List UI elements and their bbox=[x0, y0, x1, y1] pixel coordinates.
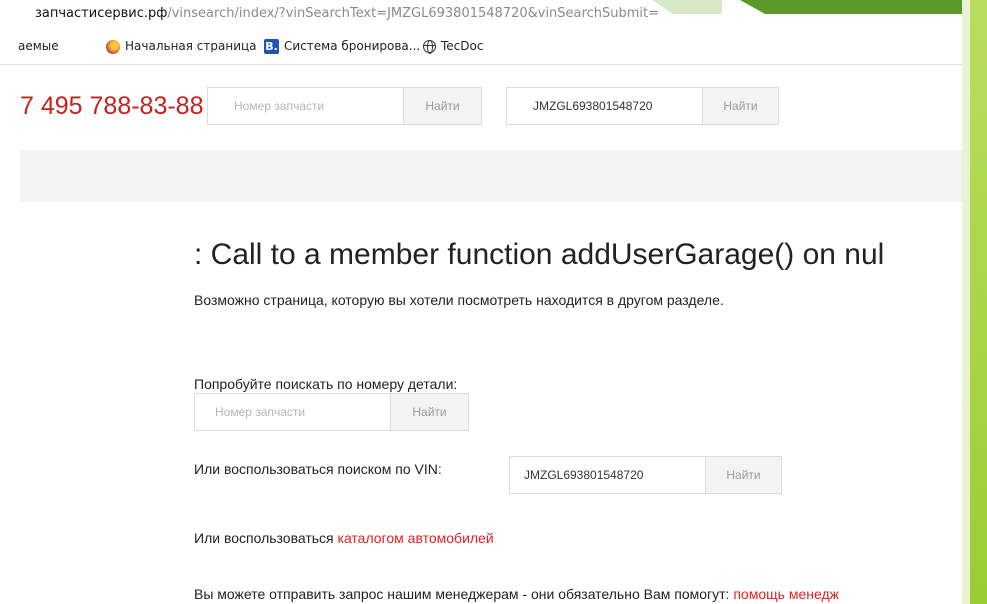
error-subtitle: Возможно страница, которую вы хотели пос… bbox=[194, 292, 724, 308]
catalog-line: Или воспользоваться каталогом автомобиле… bbox=[194, 530, 494, 546]
bookmark-home[interactable]: Начальная страница bbox=[106, 28, 257, 64]
header-part-input[interactable]: Номер запчасти bbox=[208, 88, 430, 124]
header-vin-search: JMZGL693801548720 Найти bbox=[506, 87, 779, 125]
body-part-input[interactable]: Номер запчасти bbox=[195, 394, 411, 430]
bookmark-tecdoc[interactable]: TecDoc bbox=[423, 28, 483, 64]
address-url[interactable]: запчастисервис.рф/vinsearch/index/?vinSe… bbox=[35, 0, 659, 28]
body-part-search: Номер запчасти Найти bbox=[194, 393, 469, 431]
vin-search-label: Или воспользоваться поиском по VIN: bbox=[194, 461, 442, 477]
body-part-search-button[interactable]: Найти bbox=[390, 394, 468, 430]
globe-icon bbox=[423, 40, 436, 54]
body-vin-search: JMZGL693801548720 Найти bbox=[509, 456, 782, 494]
manager-text: Вы можете отправить запрос нашим менедже… bbox=[194, 586, 734, 602]
header-vin-input[interactable]: JMZGL693801548720 bbox=[507, 88, 729, 124]
header-part-search-button[interactable]: Найти bbox=[403, 88, 481, 124]
body-vin-search-button[interactable]: Найти bbox=[705, 457, 781, 493]
error-title: : Call to a member function addUserGarag… bbox=[194, 238, 885, 271]
bookmarks-bar: аемые Начальная страница B. Система брони… bbox=[0, 28, 987, 65]
nav-band bbox=[20, 150, 967, 202]
header-part-search: Номер запчасти Найти bbox=[207, 87, 482, 125]
slide-side-decoration bbox=[962, 0, 987, 604]
header-phone[interactable]: 7 495 788-83-88 bbox=[20, 92, 203, 121]
body-vin-input[interactable]: JMZGL693801548720 bbox=[510, 457, 720, 493]
booking-b-icon: B. bbox=[264, 39, 279, 54]
firefox-icon bbox=[106, 39, 120, 54]
bookmark-truncated[interactable]: аемые bbox=[18, 28, 59, 64]
catalog-prefix: Или воспользоваться bbox=[194, 530, 338, 546]
part-search-label: Попробуйте поискать по номеру детали: bbox=[194, 376, 458, 392]
manager-help-link[interactable]: помощь менедж bbox=[733, 586, 839, 602]
manager-line: Вы можете отправить запрос нашим менедже… bbox=[194, 586, 839, 602]
catalog-link[interactable]: каталогом автомобилей bbox=[338, 530, 494, 546]
header-vin-search-button[interactable]: Найти bbox=[702, 88, 778, 124]
bookmark-booking[interactable]: B. Система бронирова... bbox=[264, 28, 420, 64]
